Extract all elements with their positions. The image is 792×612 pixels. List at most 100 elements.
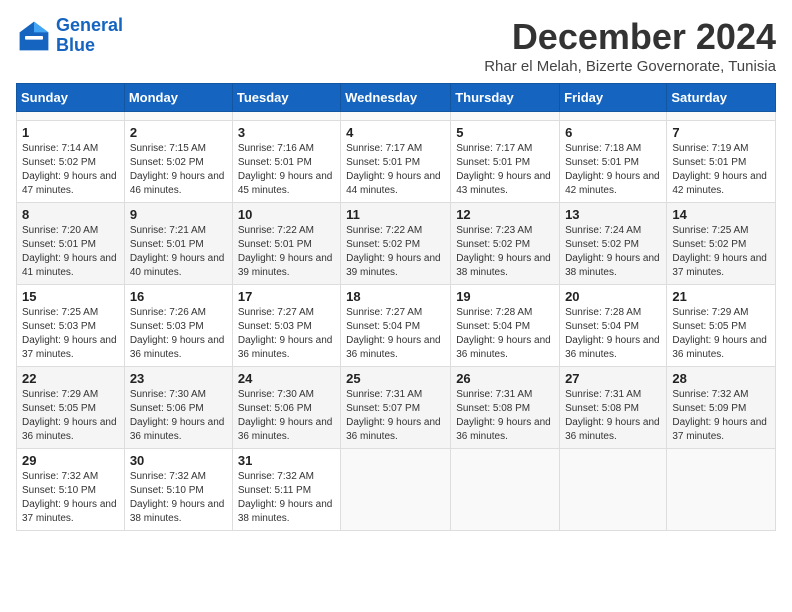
calendar-cell: 13 Sunrise: 7:24 AM Sunset: 5:02 PM Dayli… xyxy=(560,203,667,285)
day-number: 25 xyxy=(346,371,445,386)
day-number: 23 xyxy=(130,371,227,386)
day-info: Sunrise: 7:23 AM Sunset: 5:02 PM Dayligh… xyxy=(456,224,554,280)
calendar-cell xyxy=(232,112,340,121)
day-number: 13 xyxy=(565,207,661,222)
calendar-cell xyxy=(560,112,667,121)
calendar-cell: 1Sunrise: 7:14 AM Sunset: 5:02 PM Daylig… xyxy=(17,121,125,203)
day-number: 8 xyxy=(22,207,119,222)
day-number: 15 xyxy=(22,289,119,304)
day-info: Sunrise: 7:31 AM Sunset: 5:08 PM Dayligh… xyxy=(565,388,661,444)
logo-line1: General xyxy=(56,15,123,35)
day-info: Sunrise: 7:29 AM Sunset: 5:05 PM Dayligh… xyxy=(22,388,119,444)
day-number: 12 xyxy=(456,207,554,222)
calendar-cell xyxy=(451,449,560,531)
calendar-cell: 5 Sunrise: 7:17 AM Sunset: 5:01 PM Daylig… xyxy=(451,121,560,203)
title-block: December 2024 Rhar el Melah, Bizerte Gov… xyxy=(484,16,776,75)
calendar-table: SundayMondayTuesdayWednesdayThursdayFrid… xyxy=(16,83,776,531)
calendar-cell: 24 Sunrise: 7:30 AM Sunset: 5:06 PM Dayli… xyxy=(232,367,340,449)
calendar-week-row: 1Sunrise: 7:14 AM Sunset: 5:02 PM Daylig… xyxy=(17,121,776,203)
day-info: Sunrise: 7:22 AM Sunset: 5:02 PM Dayligh… xyxy=(346,224,445,280)
calendar-week-row: 22Sunrise: 7:29 AM Sunset: 5:05 PM Dayli… xyxy=(17,367,776,449)
calendar-cell: 27 Sunrise: 7:31 AM Sunset: 5:08 PM Dayli… xyxy=(560,367,667,449)
day-number: 6 xyxy=(565,125,661,140)
calendar-cell: 22Sunrise: 7:29 AM Sunset: 5:05 PM Dayli… xyxy=(17,367,125,449)
day-info: Sunrise: 7:28 AM Sunset: 5:04 PM Dayligh… xyxy=(456,306,554,362)
logo-icon xyxy=(16,18,52,54)
day-info: Sunrise: 7:27 AM Sunset: 5:03 PM Dayligh… xyxy=(238,306,335,362)
calendar-cell: 16 Sunrise: 7:26 AM Sunset: 5:03 PM Dayli… xyxy=(124,285,232,367)
day-number: 21 xyxy=(672,289,770,304)
weekday-header: Friday xyxy=(560,84,667,112)
day-info: Sunrise: 7:27 AM Sunset: 5:04 PM Dayligh… xyxy=(346,306,445,362)
calendar-cell: 14 Sunrise: 7:25 AM Sunset: 5:02 PM Dayli… xyxy=(667,203,776,285)
calendar-cell: 17 Sunrise: 7:27 AM Sunset: 5:03 PM Dayli… xyxy=(232,285,340,367)
calendar-cell xyxy=(341,449,451,531)
day-info: Sunrise: 7:20 AM Sunset: 5:01 PM Dayligh… xyxy=(22,224,119,280)
day-info: Sunrise: 7:32 AM Sunset: 5:10 PM Dayligh… xyxy=(130,470,227,526)
day-info: Sunrise: 7:25 AM Sunset: 5:02 PM Dayligh… xyxy=(672,224,770,280)
day-number: 28 xyxy=(672,371,770,386)
calendar-cell: 2Sunrise: 7:15 AM Sunset: 5:02 PM Daylig… xyxy=(124,121,232,203)
day-number: 16 xyxy=(130,289,227,304)
day-info: Sunrise: 7:30 AM Sunset: 5:06 PM Dayligh… xyxy=(238,388,335,444)
header-row: SundayMondayTuesdayWednesdayThursdayFrid… xyxy=(17,84,776,112)
day-number: 20 xyxy=(565,289,661,304)
day-number: 27 xyxy=(565,371,661,386)
logo-text: General Blue xyxy=(56,16,123,56)
calendar-cell xyxy=(667,112,776,121)
calendar-cell: 26Sunrise: 7:31 AM Sunset: 5:08 PM Dayli… xyxy=(451,367,560,449)
day-info: Sunrise: 7:17 AM Sunset: 5:01 PM Dayligh… xyxy=(346,142,445,198)
day-number: 29 xyxy=(22,453,119,468)
day-number: 17 xyxy=(238,289,335,304)
calendar-cell: 28 Sunrise: 7:32 AM Sunset: 5:09 PM Dayli… xyxy=(667,367,776,449)
weekday-header: Thursday xyxy=(451,84,560,112)
calendar-week-row: 29 Sunrise: 7:32 AM Sunset: 5:10 PM Dayli… xyxy=(17,449,776,531)
weekday-header: Wednesday xyxy=(341,84,451,112)
day-info: Sunrise: 7:21 AM Sunset: 5:01 PM Dayligh… xyxy=(130,224,227,280)
day-info: Sunrise: 7:26 AM Sunset: 5:03 PM Dayligh… xyxy=(130,306,227,362)
calendar-cell: 21Sunrise: 7:29 AM Sunset: 5:05 PM Dayli… xyxy=(667,285,776,367)
calendar-cell: 11Sunrise: 7:22 AM Sunset: 5:02 PM Dayli… xyxy=(341,203,451,285)
day-info: Sunrise: 7:19 AM Sunset: 5:01 PM Dayligh… xyxy=(672,142,770,198)
calendar-cell: 20 Sunrise: 7:28 AM Sunset: 5:04 PM Dayli… xyxy=(560,285,667,367)
day-number: 4 xyxy=(346,125,445,140)
day-info: Sunrise: 7:32 AM Sunset: 5:09 PM Dayligh… xyxy=(672,388,770,444)
day-number: 19 xyxy=(456,289,554,304)
weekday-header: Monday xyxy=(124,84,232,112)
calendar-cell xyxy=(560,449,667,531)
calendar-cell xyxy=(341,112,451,121)
calendar-cell xyxy=(124,112,232,121)
day-number: 31 xyxy=(238,453,335,468)
day-number: 5 xyxy=(456,125,554,140)
month-title: December 2024 xyxy=(484,16,776,58)
day-number: 24 xyxy=(238,371,335,386)
calendar-cell: 30Sunrise: 7:32 AM Sunset: 5:10 PM Dayli… xyxy=(124,449,232,531)
calendar-week-row xyxy=(17,112,776,121)
day-number: 18 xyxy=(346,289,445,304)
calendar-cell: 25 Sunrise: 7:31 AM Sunset: 5:07 PM Dayli… xyxy=(341,367,451,449)
calendar-cell: 6Sunrise: 7:18 AM Sunset: 5:01 PM Daylig… xyxy=(560,121,667,203)
calendar-cell: 19 Sunrise: 7:28 AM Sunset: 5:04 PM Dayli… xyxy=(451,285,560,367)
day-info: Sunrise: 7:32 AM Sunset: 5:11 PM Dayligh… xyxy=(238,470,335,526)
location-subtitle: Rhar el Melah, Bizerte Governorate, Tuni… xyxy=(484,58,776,75)
weekday-header: Sunday xyxy=(17,84,125,112)
calendar-cell: 7Sunrise: 7:19 AM Sunset: 5:01 PM Daylig… xyxy=(667,121,776,203)
day-info: Sunrise: 7:24 AM Sunset: 5:02 PM Dayligh… xyxy=(565,224,661,280)
calendar-cell: 10Sunrise: 7:22 AM Sunset: 5:01 PM Dayli… xyxy=(232,203,340,285)
calendar-cell: 3Sunrise: 7:16 AM Sunset: 5:01 PM Daylig… xyxy=(232,121,340,203)
day-info: Sunrise: 7:15 AM Sunset: 5:02 PM Dayligh… xyxy=(130,142,227,198)
day-info: Sunrise: 7:31 AM Sunset: 5:07 PM Dayligh… xyxy=(346,388,445,444)
calendar-week-row: 15Sunrise: 7:25 AM Sunset: 5:03 PM Dayli… xyxy=(17,285,776,367)
day-number: 1 xyxy=(22,125,119,140)
day-number: 9 xyxy=(130,207,227,222)
logo-line2: Blue xyxy=(56,35,95,55)
day-info: Sunrise: 7:28 AM Sunset: 5:04 PM Dayligh… xyxy=(565,306,661,362)
day-info: Sunrise: 7:30 AM Sunset: 5:06 PM Dayligh… xyxy=(130,388,227,444)
day-number: 14 xyxy=(672,207,770,222)
calendar-cell: 29Sunrise: 7:32 AM Sunset: 5:10 PM Dayli… xyxy=(17,449,125,531)
day-info: Sunrise: 7:17 AM Sunset: 5:01 PM Dayligh… xyxy=(456,142,554,198)
day-number: 3 xyxy=(238,125,335,140)
calendar-cell: 4 Sunrise: 7:17 AM Sunset: 5:01 PM Daylig… xyxy=(341,121,451,203)
weekday-header: Tuesday xyxy=(232,84,340,112)
calendar-cell: 15Sunrise: 7:25 AM Sunset: 5:03 PM Dayli… xyxy=(17,285,125,367)
